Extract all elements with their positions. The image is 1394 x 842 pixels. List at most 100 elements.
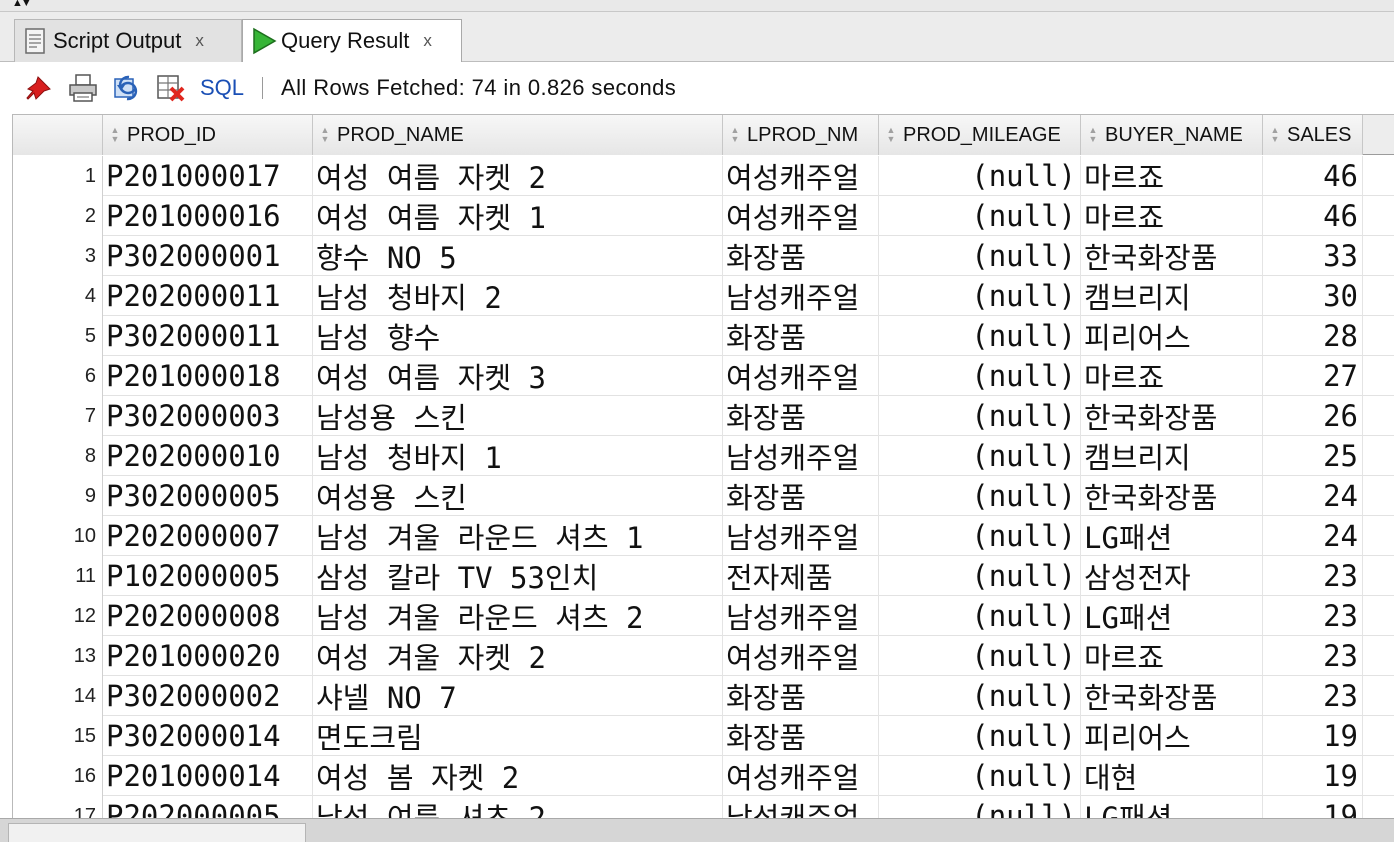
cell-prod-name[interactable]: 남성 향수 xyxy=(313,316,723,356)
print-icon[interactable] xyxy=(64,69,102,107)
tab-script-output[interactable]: Script Output x xyxy=(14,19,242,62)
cell-prod-mileage[interactable]: (null) xyxy=(879,436,1081,476)
cell-prod-mileage[interactable]: (null) xyxy=(879,636,1081,676)
table-row[interactable]: 12 P202000008 남성 겨울 라운드 셔츠 2 남성캐주얼 (null) LG패… xyxy=(13,596,1394,636)
cell-lprod-nm[interactable]: 남성캐주얼 xyxy=(723,276,879,316)
cell-lprod-nm[interactable]: 화장품 xyxy=(723,316,879,356)
cell-buyer-name[interactable]: 한국화장품 xyxy=(1081,676,1263,716)
query-result-grid[interactable]: ▲ ▼ PROD_ID ▲ ▼ PROD_NAME ▲ ▼ LPROD_NM ▲ ▼ P… xyxy=(12,114,1394,818)
cell-prod-mileage[interactable]: (null) xyxy=(879,796,1081,818)
cell-buyer-name[interactable]: 마르죠 xyxy=(1081,356,1263,396)
cell-prod-mileage[interactable]: (null) xyxy=(879,196,1081,236)
cell-lprod-nm[interactable]: 남성캐주얼 xyxy=(723,516,879,556)
table-row[interactable]: 15 P302000014 면도크림 화장품 (null) 피리어스 19 xyxy=(13,716,1394,756)
cell-prod-id[interactable]: P202000011 xyxy=(103,276,313,316)
cell-prod-mileage[interactable]: (null) xyxy=(879,396,1081,436)
cell-lprod-nm[interactable]: 화장품 xyxy=(723,236,879,276)
cell-lprod-nm[interactable]: 화장품 xyxy=(723,716,879,756)
cell-buyer-name[interactable]: 마르죠 xyxy=(1081,156,1263,196)
cell-prod-id[interactable]: P201000020 xyxy=(103,636,313,676)
cell-prod-name[interactable]: 남성 여름 셔츠 2 xyxy=(313,796,723,818)
table-row[interactable]: 3 P302000001 향수 NO 5 화장품 (null) 한국화장품 33 xyxy=(13,236,1394,276)
cell-buyer-name[interactable]: 피리어스 xyxy=(1081,316,1263,356)
table-row[interactable]: 11 P102000005 삼성 칼라 TV 53인치 전자제품 (null) 삼성전자 2… xyxy=(13,556,1394,596)
delete-icon[interactable] xyxy=(152,69,190,107)
cell-lprod-nm[interactable]: 화장품 xyxy=(723,476,879,516)
cell-sales[interactable]: 46 xyxy=(1263,156,1363,196)
cell-prod-name[interactable]: 남성용 스킨 xyxy=(313,396,723,436)
cell-prod-name[interactable]: 남성 겨울 라운드 셔츠 2 xyxy=(313,596,723,636)
cell-lprod-nm[interactable]: 여성캐주얼 xyxy=(723,636,879,676)
cell-buyer-name[interactable]: LG패션 xyxy=(1081,596,1263,636)
cell-prod-name[interactable]: 여성 봄 자켓 2 xyxy=(313,756,723,796)
cell-prod-id[interactable]: P302000001 xyxy=(103,236,313,276)
cell-sales[interactable]: 24 xyxy=(1263,516,1363,556)
table-row[interactable]: 9 P302000005 여성용 스킨 화장품 (null) 한국화장품 24 xyxy=(13,476,1394,516)
column-header-prod-mileage[interactable]: ▲ ▼ PROD_MILEAGE xyxy=(879,115,1081,155)
table-row[interactable]: 7 P302000003 남성용 스킨 화장품 (null) 한국화장품 26 xyxy=(13,396,1394,436)
column-header-prod-name[interactable]: ▲ ▼ PROD_NAME xyxy=(313,115,723,155)
cell-lprod-nm[interactable]: 화장품 xyxy=(723,676,879,716)
cell-prod-mileage[interactable]: (null) xyxy=(879,756,1081,796)
cell-buyer-name[interactable]: LG패션 xyxy=(1081,796,1263,818)
cell-prod-mileage[interactable]: (null) xyxy=(879,156,1081,196)
cell-prod-name[interactable]: 남성 겨울 라운드 셔츠 1 xyxy=(313,516,723,556)
cell-lprod-nm[interactable]: 여성캐주얼 xyxy=(723,196,879,236)
cell-prod-id[interactable]: P202000007 xyxy=(103,516,313,556)
cell-prod-name[interactable]: 샤넬 NO 7 xyxy=(313,676,723,716)
table-row[interactable]: 1 P201000017 여성 여름 자켓 2 여성캐주얼 (null) 마르죠 46 xyxy=(13,156,1394,196)
refresh-icon[interactable] xyxy=(108,69,146,107)
cell-lprod-nm[interactable]: 여성캐주얼 xyxy=(723,156,879,196)
cell-lprod-nm[interactable]: 여성캐주얼 xyxy=(723,356,879,396)
cell-lprod-nm[interactable]: 남성캐주얼 xyxy=(723,436,879,476)
cell-sales[interactable]: 24 xyxy=(1263,476,1363,516)
cell-lprod-nm[interactable]: 남성캐주얼 xyxy=(723,596,879,636)
cell-prod-id[interactable]: P102000005 xyxy=(103,556,313,596)
cell-prod-name[interactable]: 여성용 스킨 xyxy=(313,476,723,516)
cell-sales[interactable]: 19 xyxy=(1263,756,1363,796)
cell-sales[interactable]: 30 xyxy=(1263,276,1363,316)
column-header-lprod-nm[interactable]: ▲ ▼ LPROD_NM xyxy=(723,115,879,155)
table-row[interactable]: 13 P201000020 여성 겨울 자켓 2 여성캐주얼 (null) 마르죠 23 xyxy=(13,636,1394,676)
cell-prod-name[interactable]: 남성 청바지 2 xyxy=(313,276,723,316)
cell-prod-name[interactable]: 향수 NO 5 xyxy=(313,236,723,276)
cell-prod-id[interactable]: P201000016 xyxy=(103,196,313,236)
cell-prod-name[interactable]: 남성 청바지 1 xyxy=(313,436,723,476)
cell-lprod-nm[interactable]: 여성캐주얼 xyxy=(723,756,879,796)
column-header-prod-id[interactable]: ▲ ▼ PROD_ID xyxy=(103,115,313,155)
cell-lprod-nm[interactable]: 화장품 xyxy=(723,396,879,436)
cell-sales[interactable]: 33 xyxy=(1263,236,1363,276)
cell-prod-name[interactable]: 여성 여름 자켓 2 xyxy=(313,156,723,196)
cell-sales[interactable]: 27 xyxy=(1263,356,1363,396)
cell-sales[interactable]: 23 xyxy=(1263,556,1363,596)
table-row[interactable]: 10 P202000007 남성 겨울 라운드 셔츠 1 남성캐주얼 (null) LG패… xyxy=(13,516,1394,556)
column-header-buyer-name[interactable]: ▲ ▼ BUYER_NAME xyxy=(1081,115,1263,155)
cell-prod-name[interactable]: 여성 여름 자켓 1 xyxy=(313,196,723,236)
table-row[interactable]: 2 P201000016 여성 여름 자켓 1 여성캐주얼 (null) 마르죠 46 xyxy=(13,196,1394,236)
minimize-maximize-icon[interactable]: ▲▼ xyxy=(12,0,32,9)
cell-buyer-name[interactable]: 마르죠 xyxy=(1081,636,1263,676)
cell-buyer-name[interactable]: 피리어스 xyxy=(1081,716,1263,756)
close-icon[interactable]: x xyxy=(195,31,204,51)
cell-prod-mileage[interactable]: (null) xyxy=(879,316,1081,356)
horizontal-scrollbar[interactable] xyxy=(8,823,306,842)
sql-link[interactable]: SQL xyxy=(200,75,244,101)
cell-sales[interactable]: 19 xyxy=(1263,796,1363,818)
cell-buyer-name[interactable]: 캠브리지 xyxy=(1081,276,1263,316)
cell-sales[interactable]: 23 xyxy=(1263,636,1363,676)
table-row[interactable]: 4 P202000011 남성 청바지 2 남성캐주얼 (null) 캠브리지 30 xyxy=(13,276,1394,316)
table-row[interactable]: 16 P201000014 여성 봄 자켓 2 여성캐주얼 (null) 대현 19 xyxy=(13,756,1394,796)
cell-sales[interactable]: 46 xyxy=(1263,196,1363,236)
table-row[interactable]: 5 P302000011 남성 향수 화장품 (null) 피리어스 28 xyxy=(13,316,1394,356)
cell-buyer-name[interactable]: 한국화장품 xyxy=(1081,236,1263,276)
cell-lprod-nm[interactable]: 남성캐주얼 xyxy=(723,796,879,818)
cell-buyer-name[interactable]: 삼성전자 xyxy=(1081,556,1263,596)
cell-buyer-name[interactable]: 대현 xyxy=(1081,756,1263,796)
cell-prod-id[interactable]: P302000002 xyxy=(103,676,313,716)
cell-prod-id[interactable]: P201000017 xyxy=(103,156,313,196)
table-row[interactable]: 17 P202000005 남성 여름 셔츠 2 남성캐주얼 (null) LG패션 19 xyxy=(13,796,1394,818)
cell-sales[interactable]: 28 xyxy=(1263,316,1363,356)
cell-prod-id[interactable]: P202000010 xyxy=(103,436,313,476)
cell-buyer-name[interactable]: 캠브리지 xyxy=(1081,436,1263,476)
cell-prod-name[interactable]: 삼성 칼라 TV 53인치 xyxy=(313,556,723,596)
